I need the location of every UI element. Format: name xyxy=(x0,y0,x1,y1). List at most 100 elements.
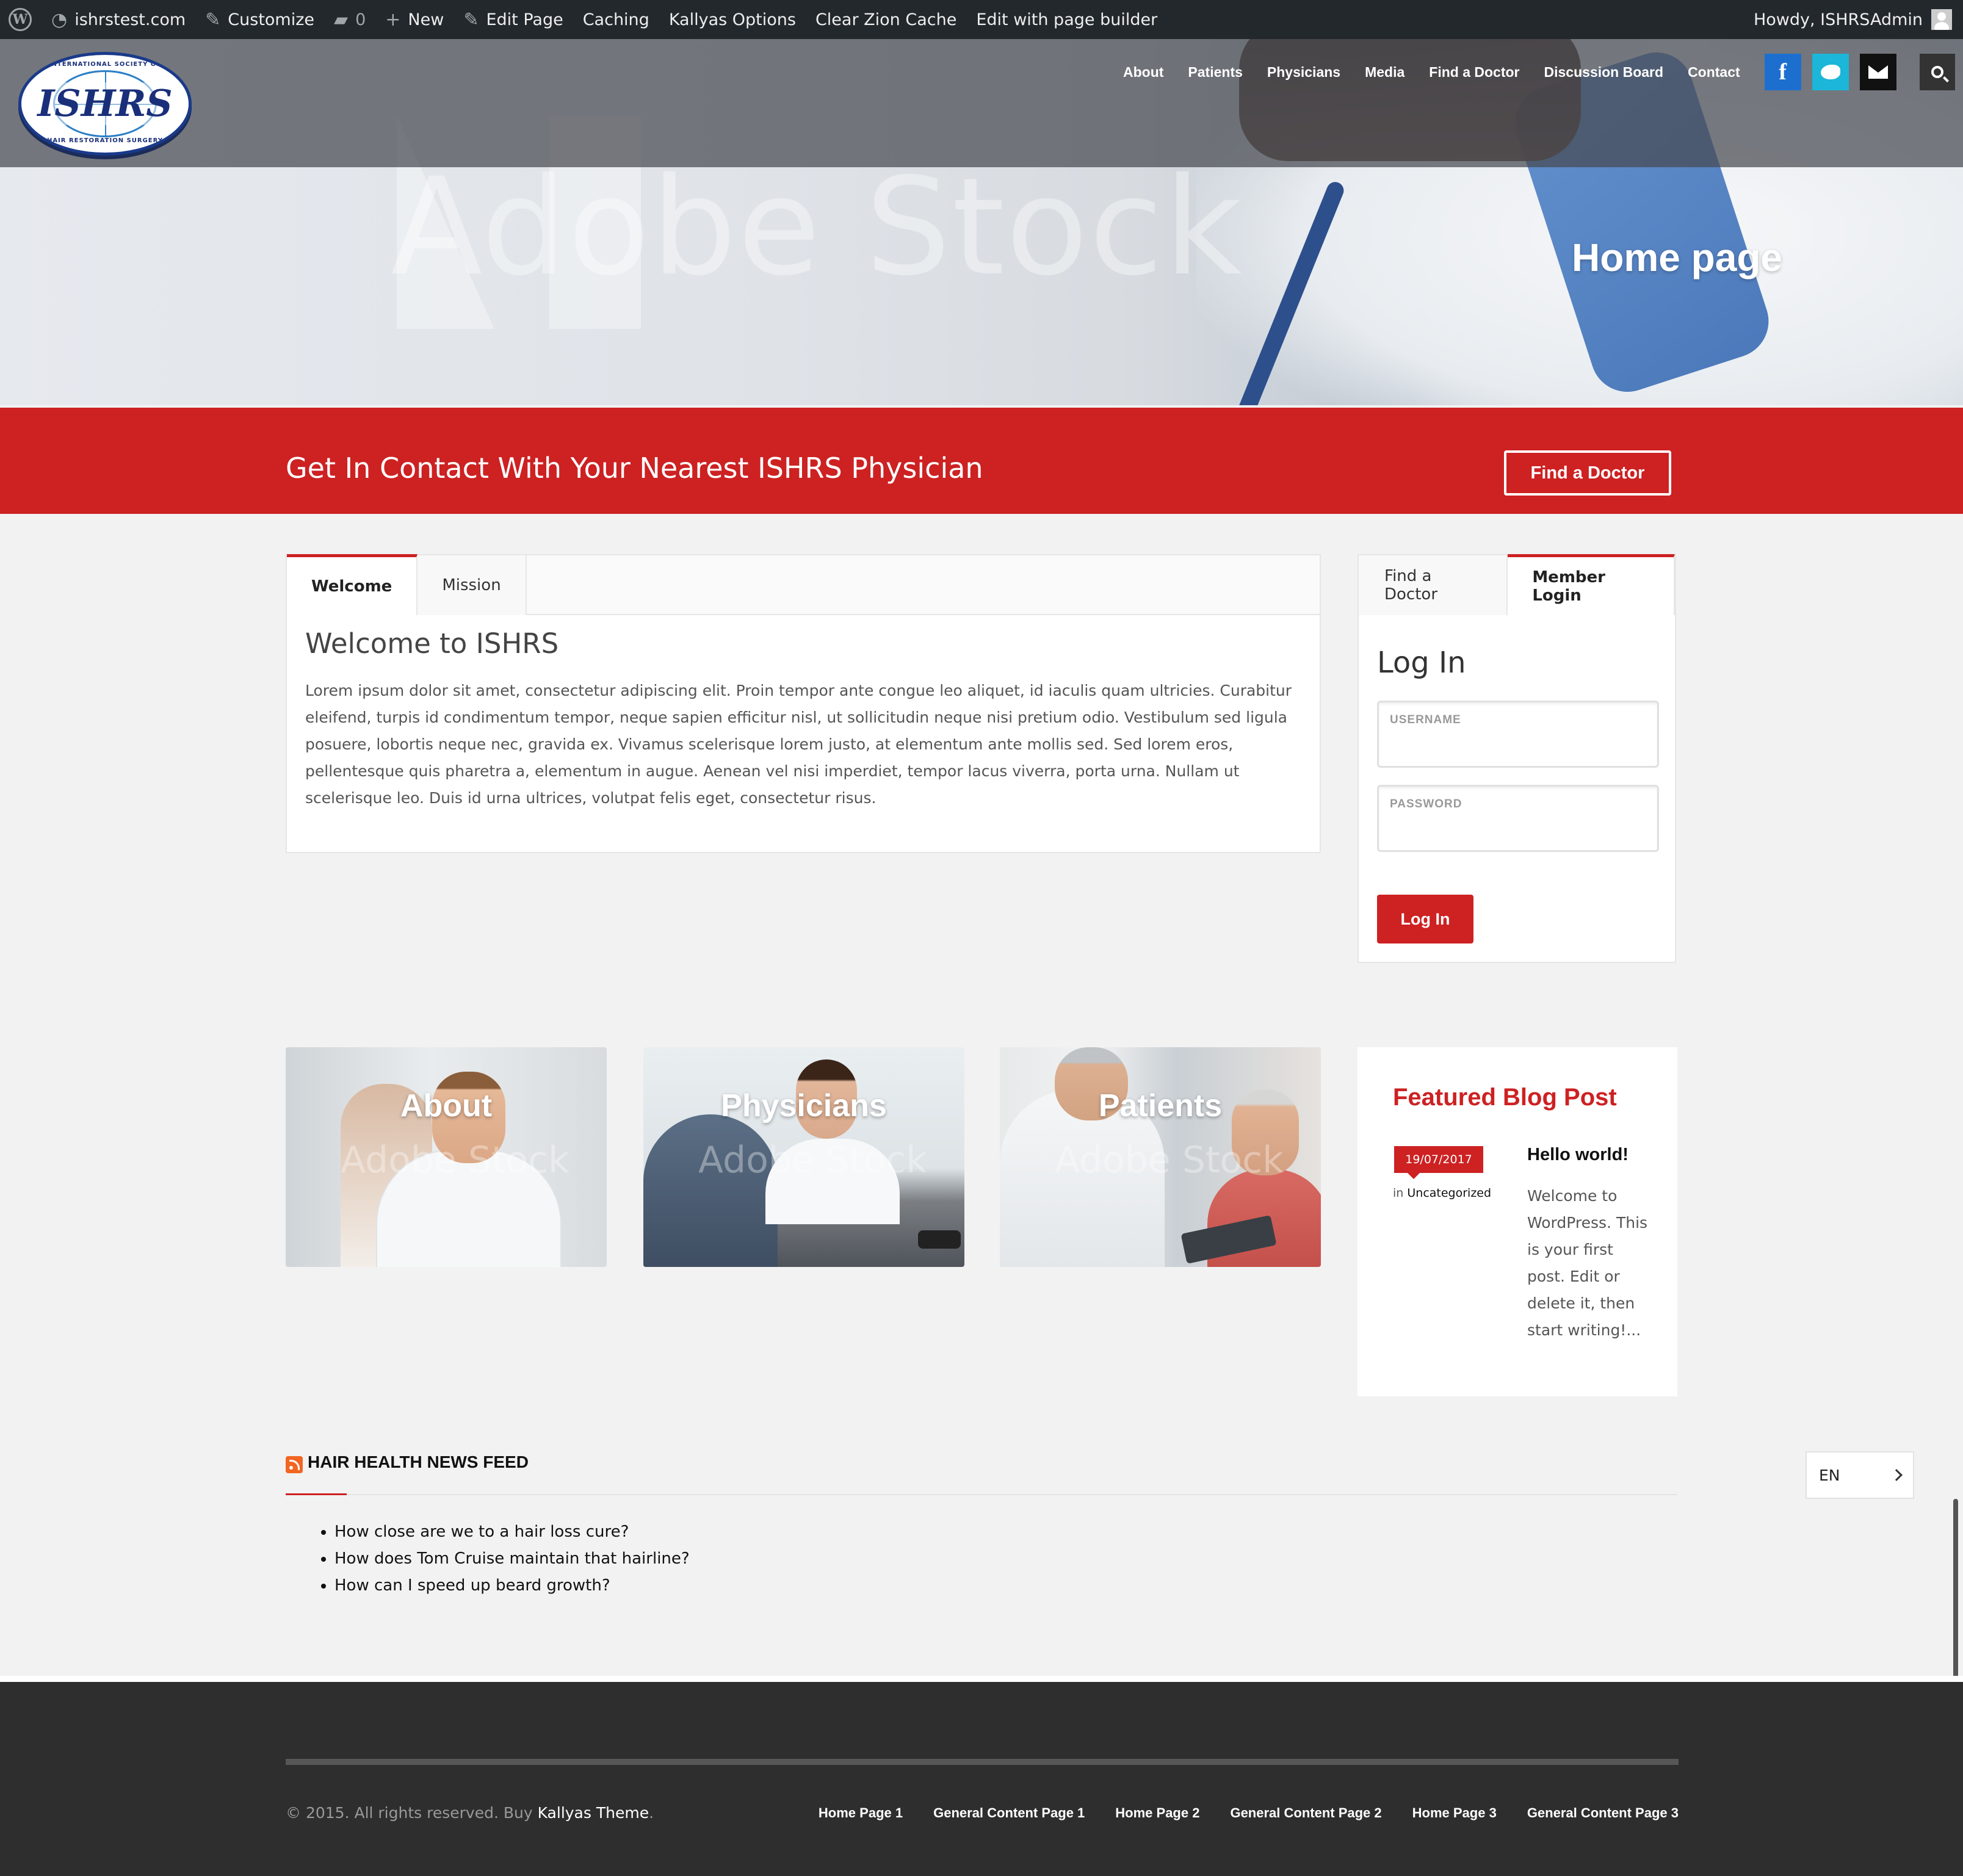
login-tab-bar: Find a Doctor Member Login xyxy=(1359,554,1675,615)
twitter-button[interactable] xyxy=(1812,54,1849,90)
nav-item-discussion-board[interactable]: Discussion Board xyxy=(1544,64,1664,81)
comment-icon: ▰ xyxy=(334,9,349,31)
footer-link-general-content-page-2[interactable]: General Content Page 2 xyxy=(1230,1805,1381,1821)
copyright-end: . xyxy=(649,1804,654,1822)
cta-text: Get In Contact With Your Nearest ISHRS P… xyxy=(286,452,983,485)
facebook-button[interactable]: f xyxy=(1764,54,1801,90)
physicians-photo-phone xyxy=(918,1230,961,1249)
tab-welcome[interactable]: Welcome xyxy=(287,554,418,615)
username-input[interactable] xyxy=(1389,734,1645,759)
comments-link[interactable]: ▰ 0 xyxy=(324,0,375,39)
kallyas-theme-link[interactable]: Kallyas Theme xyxy=(538,1804,649,1822)
email-button[interactable] xyxy=(1859,54,1896,90)
copyright-label: © 2015. All rights reserved. Buy xyxy=(286,1804,533,1822)
caching-link[interactable]: Caching xyxy=(573,0,659,39)
hero-watermark: Adobe Stock xyxy=(391,149,1243,305)
member-login-panel: Find a Doctor Member Login Log In USERNA… xyxy=(1357,554,1676,963)
welcome-title: Welcome to ISHRS xyxy=(305,627,559,660)
welcome-tabs-panel: Welcome Mission Welcome to ISHRS Lorem i… xyxy=(286,554,1321,853)
nav-item-about[interactable]: About xyxy=(1123,64,1163,81)
patients-watermark: Adobe Stock xyxy=(1055,1139,1284,1182)
footer-menu: Home Page 1 General Content Page 1 Home … xyxy=(794,1805,1679,1821)
tab-member-login[interactable]: Member Login xyxy=(1508,554,1675,615)
brush-icon: ✎ xyxy=(205,9,221,31)
list-item[interactable]: How close are we to a hair loss cure? xyxy=(334,1518,690,1545)
tab-find-a-doctor[interactable]: Find a Doctor xyxy=(1359,555,1508,615)
list-item[interactable]: How does Tom Cruise maintain that hairli… xyxy=(334,1545,690,1572)
search-icon xyxy=(1931,66,1943,78)
page-builder-link[interactable]: Edit with page builder xyxy=(966,0,1167,39)
password-input[interactable] xyxy=(1389,818,1645,843)
footer-top-border xyxy=(0,1676,1963,1682)
kallyas-options-label: Kallyas Options xyxy=(668,10,796,29)
search-button[interactable] xyxy=(1919,54,1955,90)
physicians-watermark: Adobe Stock xyxy=(698,1139,927,1182)
language-switcher[interactable]: EN xyxy=(1806,1451,1914,1499)
twitter-icon xyxy=(1820,65,1840,79)
nav-item-find-a-doctor[interactable]: Find a Doctor xyxy=(1429,64,1519,81)
new-content-link[interactable]: + New xyxy=(375,0,454,39)
rss-icon xyxy=(286,1456,303,1473)
log-in-button[interactable]: Log In xyxy=(1377,895,1473,943)
footer-link-general-content-page-3[interactable]: General Content Page 3 xyxy=(1527,1805,1679,1821)
site-name-link[interactable]: ◔ ishrstest.com xyxy=(42,0,195,39)
post-category-prefix: in xyxy=(1393,1186,1404,1200)
main-navigation: About Patients Physicians Media Find a D… xyxy=(1099,54,1955,90)
language-selected: EN xyxy=(1819,1466,1840,1484)
new-label: New xyxy=(408,10,444,29)
edit-page-label: Edit Page xyxy=(486,10,563,29)
wordpress-icon: W xyxy=(9,8,32,31)
nav-item-patients[interactable]: Patients xyxy=(1188,64,1242,81)
post-category-link[interactable]: Uncategorized xyxy=(1407,1186,1491,1200)
find-a-doctor-button[interactable]: Find a Doctor xyxy=(1504,450,1671,496)
tab-mission[interactable]: Mission xyxy=(418,555,527,615)
copyright-text: © 2015. All rights reserved. Buy Kallyas… xyxy=(286,1804,654,1822)
edit-page-link[interactable]: ✎ Edit Page xyxy=(454,0,573,39)
footer-link-general-content-page-1[interactable]: General Content Page 1 xyxy=(933,1805,1085,1821)
featured-blog-heading: Featured Blog Post xyxy=(1393,1084,1617,1111)
physicians-image-box[interactable]: Adobe Stock Physicians xyxy=(643,1047,964,1267)
account-menu[interactable]: Howdy, ISHRSAdmin xyxy=(1754,9,1963,30)
customize-link[interactable]: ✎ Customize xyxy=(195,0,324,39)
list-item[interactable]: How can I speed up beard growth? xyxy=(334,1572,690,1599)
news-feed-list: How close are we to a hair loss cure? Ho… xyxy=(314,1518,690,1599)
customize-label: Customize xyxy=(228,10,315,29)
welcome-body: Lorem ipsum dolor sit amet, consectetur … xyxy=(305,682,1292,807)
wordpress-menu[interactable]: W xyxy=(0,0,42,39)
caching-label: Caching xyxy=(582,10,649,29)
clear-cache-link[interactable]: Clear Zion Cache xyxy=(806,0,966,39)
username-field[interactable]: USERNAME xyxy=(1377,701,1659,768)
footer-link-home-page-1[interactable]: Home Page 1 xyxy=(819,1805,903,1821)
logo-ring-bottom: HAIR RESTORATION SURGERY xyxy=(46,137,164,144)
nav-item-media[interactable]: Media xyxy=(1365,64,1404,81)
patients-box-title: Patients xyxy=(1098,1088,1223,1124)
howdy-label: Howdy, ISHRSAdmin xyxy=(1753,10,1923,29)
post-excerpt: Welcome to WordPress. This is your first… xyxy=(1527,1187,1648,1339)
kallyas-options-link[interactable]: Kallyas Options xyxy=(659,0,806,39)
featured-blog-panel: Featured Blog Post 19/07/2017 in Uncateg… xyxy=(1357,1047,1677,1396)
footer-divider xyxy=(286,1759,1679,1765)
post-date-badge: 19/07/2017 xyxy=(1394,1146,1483,1179)
page-title: Home page xyxy=(1572,236,1782,280)
physicians-photo-patient xyxy=(643,1114,778,1267)
page-scrollbar[interactable] xyxy=(1953,1499,1958,1688)
nav-item-contact[interactable]: Contact xyxy=(1688,64,1740,81)
post-title-link[interactable]: Hello world! xyxy=(1527,1145,1629,1165)
post-category: in Uncategorized xyxy=(1393,1186,1491,1200)
nav-item-physicians[interactable]: Physicians xyxy=(1267,64,1340,81)
news-feed-title: HAIR HEALTH NEWS FEED xyxy=(308,1452,529,1471)
logo-ring-top: INTERNATIONAL SOCIETY OF xyxy=(48,61,162,68)
site-footer xyxy=(0,1682,1963,1876)
site-logo[interactable]: INTERNATIONAL SOCIETY OF ISHRS HAIR REST… xyxy=(18,52,192,156)
envelope-icon xyxy=(1868,65,1888,79)
patients-image-box[interactable]: Adobe Stock Patients xyxy=(1000,1047,1321,1267)
hero-section: Adobe Stock xyxy=(0,39,1963,405)
footer-link-home-page-2[interactable]: Home Page 2 xyxy=(1115,1805,1199,1821)
about-image-box[interactable]: Adobe Stock About xyxy=(286,1047,607,1267)
about-watermark: Adobe Stock xyxy=(341,1139,569,1182)
comments-count: 0 xyxy=(355,10,366,29)
dashboard-icon: ◔ xyxy=(51,9,68,31)
password-field[interactable]: PASSWORD xyxy=(1377,785,1659,852)
page-builder-label: Edit with page builder xyxy=(976,10,1158,29)
footer-link-home-page-3[interactable]: Home Page 3 xyxy=(1412,1805,1497,1821)
